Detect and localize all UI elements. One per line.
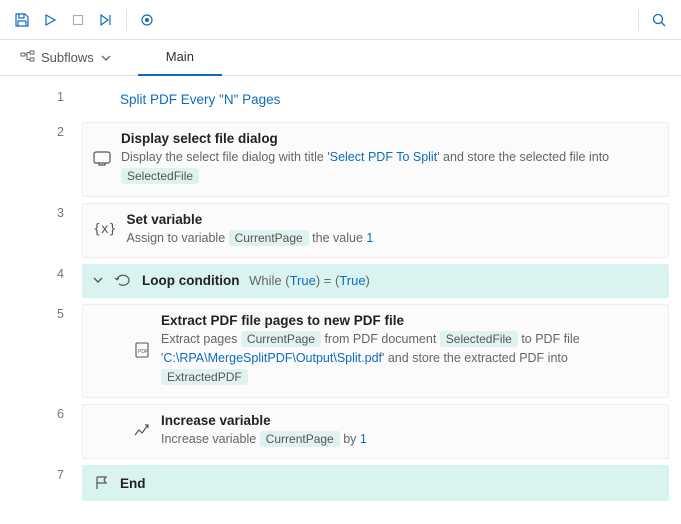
search-icon[interactable] xyxy=(645,6,673,34)
line-number: 7 xyxy=(0,462,82,504)
toolbar-separator-right xyxy=(638,9,639,31)
step-title: Loop condition xyxy=(142,273,239,288)
step-title: Set variable xyxy=(126,212,658,227)
loop-icon xyxy=(114,272,132,288)
step-subtitle: Assign to variable CurrentPage the value… xyxy=(126,229,658,248)
step-set-variable[interactable]: {x} Set variable Assign to variable Curr… xyxy=(82,203,669,259)
chevron-down-icon xyxy=(92,274,104,286)
variable-chip-selectedfile: SelectedFile xyxy=(121,168,199,184)
step-title: Increase variable xyxy=(161,413,658,428)
line-number: 1 xyxy=(0,84,82,119)
subflows-label: Subflows xyxy=(41,50,94,65)
flow-title[interactable]: Split PDF Every "N" Pages xyxy=(82,84,280,119)
step-extract-pdf[interactable]: PDF Extract PDF file pages to new PDF fi… xyxy=(82,304,669,397)
variable-chip-currentpage: CurrentPage xyxy=(260,431,340,447)
variable-chip-selectedfile: SelectedFile xyxy=(440,331,518,347)
tab-main[interactable]: Main xyxy=(138,40,222,76)
step-subtitle: Extract pages CurrentPage from PDF docum… xyxy=(161,330,658,386)
subflow-icon xyxy=(20,50,35,65)
flow-body: 1 Split PDF Every "N" Pages 2 Display se… xyxy=(0,76,681,504)
step-subtitle: Increase variable CurrentPage by 1 xyxy=(161,430,658,449)
end-icon xyxy=(94,475,110,491)
chevron-down-icon xyxy=(100,52,112,64)
tab-bar: Subflows Main xyxy=(0,40,681,76)
step-increase-variable[interactable]: Increase variable Increase variable Curr… xyxy=(82,404,669,460)
pdf-icon: PDF xyxy=(133,341,151,359)
step-display-dialog[interactable]: Display select file dialog Display the s… xyxy=(82,122,669,197)
line-number: 6 xyxy=(0,401,82,463)
step-loop-condition[interactable]: Loop condition While (True) = (True) xyxy=(82,264,669,298)
dialog-icon xyxy=(93,151,111,166)
toolbar xyxy=(0,0,681,40)
variable-chip-currentpage: CurrentPage xyxy=(241,331,321,347)
run-icon[interactable] xyxy=(36,6,64,34)
variable-chip-currentpage: CurrentPage xyxy=(229,230,309,246)
step-subtitle: Display the select file dialog with titl… xyxy=(121,148,658,186)
record-icon[interactable] xyxy=(133,6,161,34)
run-next-icon[interactable] xyxy=(92,6,120,34)
step-title: Display select file dialog xyxy=(121,131,658,146)
increase-icon xyxy=(133,422,151,438)
step-subtitle: While (True) = (True) xyxy=(249,273,370,288)
toolbar-separator xyxy=(126,9,127,31)
variable-icon: {x} xyxy=(93,222,116,237)
line-number: 2 xyxy=(0,119,82,200)
stop-icon[interactable] xyxy=(64,6,92,34)
step-end[interactable]: End xyxy=(82,465,669,501)
variable-chip-extractedpdf: ExtractedPDF xyxy=(161,369,248,385)
svg-text:PDF: PDF xyxy=(138,349,148,355)
save-icon[interactable] xyxy=(8,6,36,34)
subflows-dropdown[interactable]: Subflows xyxy=(12,50,120,65)
line-number: 3 xyxy=(0,200,82,262)
step-title: End xyxy=(120,476,146,491)
step-title: Extract PDF file pages to new PDF file xyxy=(161,313,658,328)
line-number: 5 xyxy=(0,301,82,400)
line-number: 4 xyxy=(0,261,82,301)
